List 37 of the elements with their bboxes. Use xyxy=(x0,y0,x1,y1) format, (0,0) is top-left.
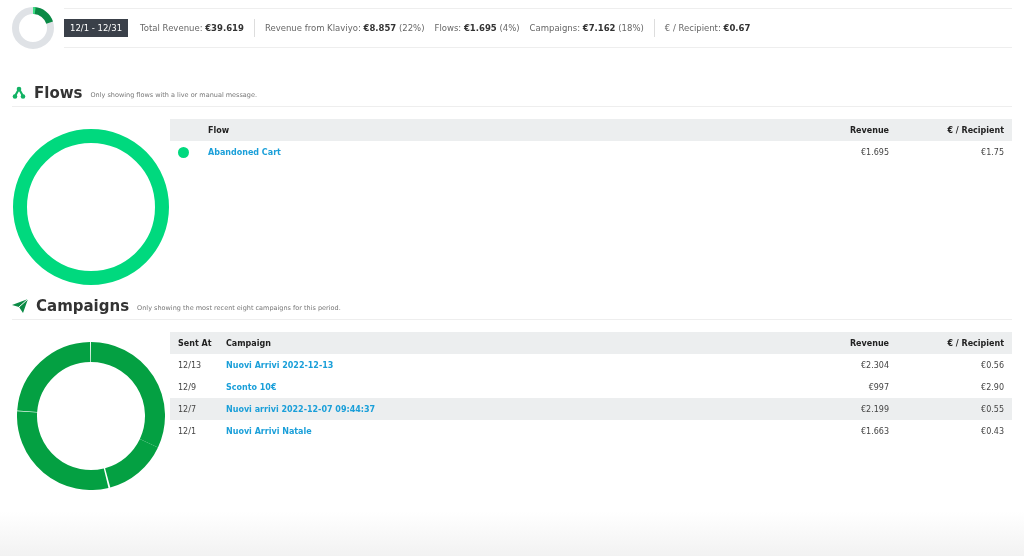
summary-metric: Flows: €1.695 (4%) xyxy=(434,23,521,33)
flow-link[interactable]: Abandoned Cart xyxy=(208,147,769,157)
table-cell-text: €1.75 xyxy=(980,147,1004,157)
column-header: € / Recipient xyxy=(946,338,1004,348)
campaign-link[interactable]: Nuovi arrivi 2022-12-07 09:44:37 xyxy=(226,404,769,414)
table-cell-text: €0.43 xyxy=(980,426,1004,436)
campaign-link[interactable]: Nuovi Arrivi 2022-12-13 xyxy=(226,360,769,370)
summary-metric: Revenue from Klaviyo: €8.857 (22%) xyxy=(264,23,426,33)
table-cell-text: €1.663 xyxy=(860,426,889,436)
column-header: Sent At xyxy=(178,338,213,348)
column-header: Revenue xyxy=(848,338,889,348)
summary-metric: € / Recipient: €0.67 xyxy=(664,23,752,33)
table-cell-text: €2.304 xyxy=(860,360,889,370)
table-cell-text: 12/1 xyxy=(178,426,197,436)
campaign-link[interactable]: Nuovi Arrivi Natale xyxy=(226,426,769,436)
summary-metric: Campaigns: €7.162 (18%) xyxy=(529,23,645,33)
table-cell-text: 12/9 xyxy=(178,382,197,392)
section-title: Campaigns xyxy=(36,297,130,315)
donut-chart-drawing xyxy=(12,7,54,49)
date-range-label: 12/1 - 12/31 xyxy=(64,19,129,37)
table-cell-text: 12/13 xyxy=(178,360,203,370)
paper-plane-icon xyxy=(12,299,28,313)
summary-metric: Total Revenue: €39.619 xyxy=(140,23,245,33)
campaign-link[interactable]: Sconto 10€ xyxy=(226,382,769,392)
table-cell-text: €0.55 xyxy=(980,404,1004,414)
column-header: € / Recipient xyxy=(946,125,1004,135)
column-header: Flow xyxy=(208,125,231,135)
table-cell-text: 12/7 xyxy=(178,404,197,414)
table-cell-text: €997 xyxy=(867,382,889,392)
table-cell-text: €0.56 xyxy=(980,360,1004,370)
column-header: Campaign xyxy=(226,338,272,348)
flows-icon xyxy=(12,86,26,100)
section-title: Flows xyxy=(34,84,83,102)
table-cell-text: €2.90 xyxy=(980,382,1004,392)
table-cell-text: €2.199 xyxy=(860,404,889,414)
column-header: Revenue xyxy=(848,125,889,135)
table-cell-text: €1.695 xyxy=(860,147,889,157)
